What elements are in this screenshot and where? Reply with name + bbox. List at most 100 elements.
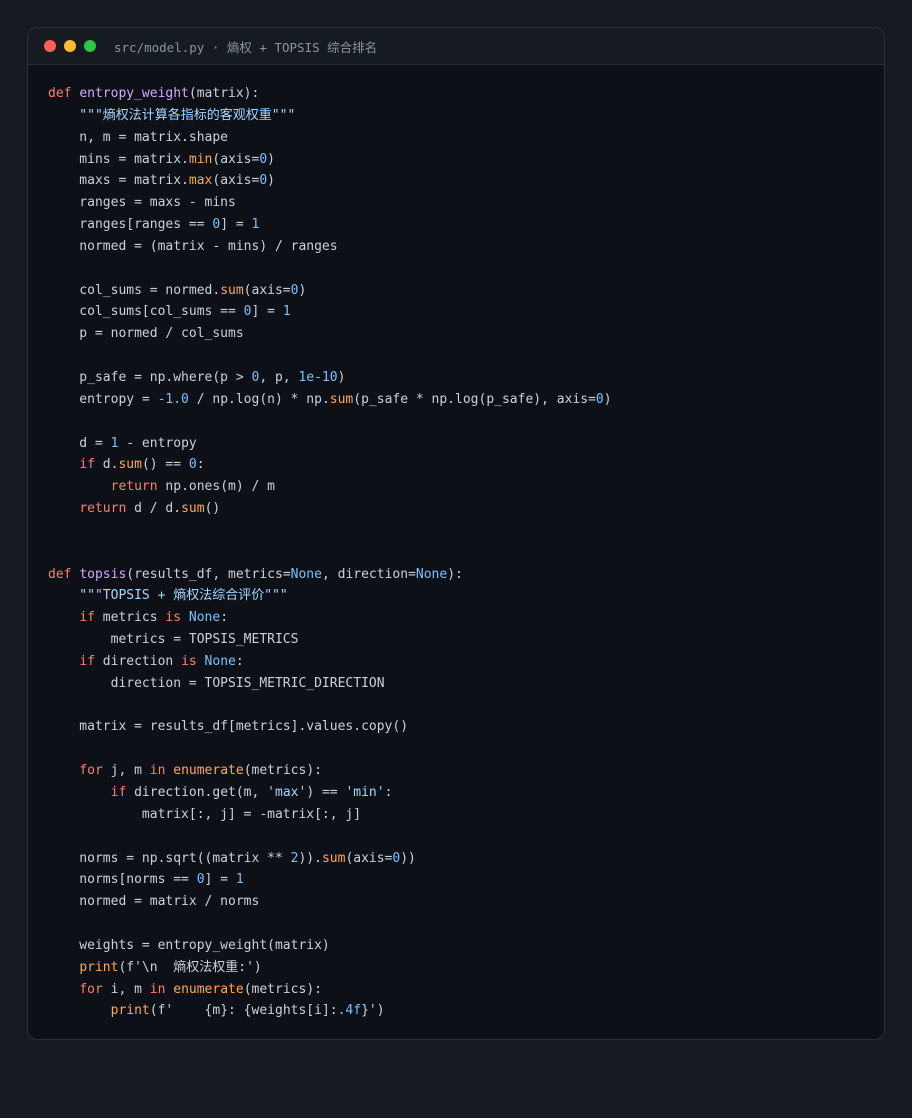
code-line: norms = np.sqrt((matrix ** 2)).sum(axis=… <box>48 848 612 870</box>
code-line: direction = TOPSIS_METRIC_DIRECTION <box>48 673 612 695</box>
code-token: 0 <box>196 872 205 888</box>
code-token: if <box>110 785 127 800</box>
code-token: j, m <box>102 763 150 779</box>
code-token: }') <box>361 1003 385 1019</box>
code-token: return <box>79 501 127 517</box>
code-line: if metrics is None: <box>48 607 612 629</box>
code-token: : <box>220 610 229 626</box>
code-line: n, m = matrix.shape <box>48 127 612 149</box>
code-token: if <box>79 457 95 473</box>
code-line: ranges = maxs - mins <box>48 192 612 214</box>
code-token: sum <box>220 282 244 298</box>
code-line: matrix[:, j] = -matrix[:, j] <box>48 804 612 826</box>
code-token: enumerate <box>173 763 244 779</box>
maximize-window-button[interactable] <box>84 40 96 52</box>
code-token: None <box>290 566 322 582</box>
code-line: return np.ones(m) / m <box>48 476 612 498</box>
code-line: return d / d.sum() <box>48 498 612 520</box>
code-token: matrix[:, j] = -matrix[:, j] <box>48 806 362 822</box>
code-token: 0 <box>259 173 268 189</box>
code-line: entropy = -1.0 / np.log(n) * np.sum(p_sa… <box>48 389 611 411</box>
code-token: ] = <box>220 217 252 233</box>
code-token: direction <box>94 653 182 669</box>
code-token: None <box>415 566 448 582</box>
code-token: d = <box>48 435 111 451</box>
code-token: : <box>384 785 393 800</box>
code-token: col_sums[col_sums == <box>48 304 244 320</box>
code-line: normed = (matrix - mins) / ranges <box>48 236 612 258</box>
code-line: matrix = results_df[metrics].values.copy… <box>48 716 612 738</box>
code-token: p_safe = np.where(p > <box>48 369 252 385</box>
code-line: d = 1 - entropy <box>48 433 612 455</box>
code-token: def <box>48 566 80 582</box>
code-token: 0 <box>188 457 197 473</box>
code-token: ) <box>337 369 346 385</box>
code-line: print(f' {m}: {weights[i]:.4f}') <box>48 1000 612 1022</box>
code-token: """TOPSIS + 熵权法综合评价""" <box>48 588 288 604</box>
close-window-button[interactable] <box>44 40 56 52</box>
code-token: if <box>79 653 95 669</box>
code-token: ) <box>267 173 275 189</box>
code-token: (results_df, metrics= <box>126 566 291 582</box>
minimize-window-button[interactable] <box>64 40 76 52</box>
code-token: d / d. <box>126 501 182 517</box>
code-token: normed = (matrix - mins) / ranges <box>48 238 338 254</box>
code-token: 1 <box>235 872 244 888</box>
code-token: entropy_weight <box>79 86 189 101</box>
code-token: 0 <box>243 304 252 320</box>
code-token: None <box>188 610 221 626</box>
code-token: def <box>48 86 80 101</box>
code-token: weights = entropy_weight(matrix) <box>48 937 330 953</box>
window-titlebar: src/model.py · 熵权 + TOPSIS 综合排名 <box>28 28 884 65</box>
code-token: () <box>204 501 221 517</box>
code-token: for <box>79 981 103 997</box>
code-token: entropy = <box>48 391 158 407</box>
code-token: ] = <box>251 304 283 320</box>
code-token: - entropy <box>118 435 197 451</box>
code-token: maxs = matrix. <box>48 173 189 189</box>
code-token: ): <box>447 566 463 582</box>
code-token: (p_safe * np.log(p_safe), axis= <box>353 391 596 407</box>
code-token: if <box>79 610 95 626</box>
code-token: for <box>79 763 103 779</box>
code-token: 'max' <box>267 785 307 800</box>
code-token: )) <box>400 850 416 866</box>
code-token: None <box>204 653 236 669</box>
code-token: """熵权法计算各指标的客观权重""" <box>48 107 296 123</box>
code-token: sum <box>118 457 142 473</box>
code-line: """熵权法计算各指标的客观权重""" <box>48 105 612 127</box>
code-line: def entropy_weight(matrix): <box>48 83 612 105</box>
code-token: (axis= <box>212 173 260 189</box>
code-line: ranges[ranges == 0] = 1 <box>48 214 612 236</box>
code-token: 1 <box>251 217 260 233</box>
code-token: print <box>79 959 119 975</box>
code-token: normed = matrix / norms <box>48 894 260 910</box>
code-token: ranges[ranges == <box>48 217 213 233</box>
code-token: ] = <box>204 872 236 888</box>
code-line: print(f'\n 熵权法权重:') <box>48 957 612 979</box>
code-line: def topsis(results_df, metrics=None, dir… <box>48 564 612 586</box>
code-token: sum <box>329 391 354 407</box>
code-token: (axis= <box>243 282 291 298</box>
code-line: for j, m in enumerate(metrics): <box>48 760 612 782</box>
code-token: min <box>188 151 213 167</box>
code-token: is <box>165 610 182 626</box>
code-token: norms[norms == <box>48 872 197 888</box>
code-token: direction = TOPSIS_METRIC_DIRECTION <box>48 675 385 691</box>
code-line: normed = matrix / norms <box>48 891 612 913</box>
